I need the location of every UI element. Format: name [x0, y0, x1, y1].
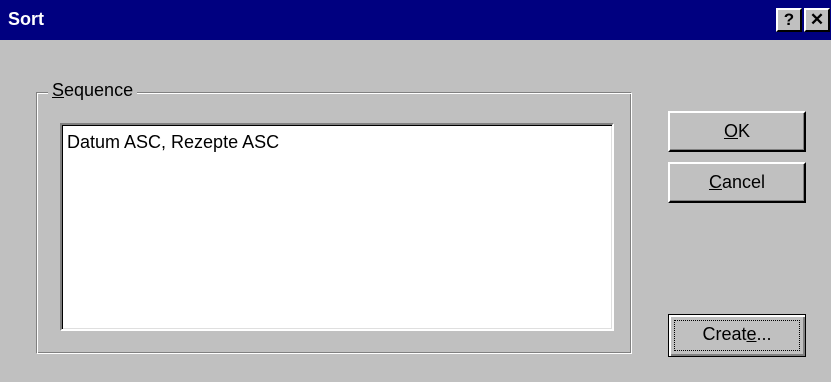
- focus-rectangle: [674, 320, 800, 351]
- sequence-group-label: Sequence: [48, 80, 138, 101]
- cancel-label: ancel: [721, 172, 766, 192]
- close-icon: ✕: [809, 10, 825, 29]
- sequence-label-mnemonic: S: [52, 80, 65, 100]
- title-bar: Sort ? ✕: [0, 0, 831, 40]
- sequence-label-text: equence: [64, 80, 134, 100]
- list-item[interactable]: Datum ASC, Rezepte ASC: [67, 132, 279, 153]
- ok-mnemonic: O: [723, 121, 738, 141]
- cancel-mnemonic: C: [708, 172, 722, 192]
- window-title: Sort: [8, 9, 44, 29]
- ok-label: K: [738, 121, 751, 141]
- sequence-listbox[interactable]: Datum ASC, Rezepte ASC: [60, 123, 614, 331]
- close-button[interactable]: ✕: [804, 8, 830, 32]
- create-button[interactable]: Create...: [668, 314, 806, 357]
- help-icon: ?: [783, 10, 795, 29]
- cancel-button[interactable]: Cancel: [668, 162, 806, 203]
- help-button[interactable]: ?: [776, 8, 802, 32]
- ok-button[interactable]: OK: [668, 111, 806, 152]
